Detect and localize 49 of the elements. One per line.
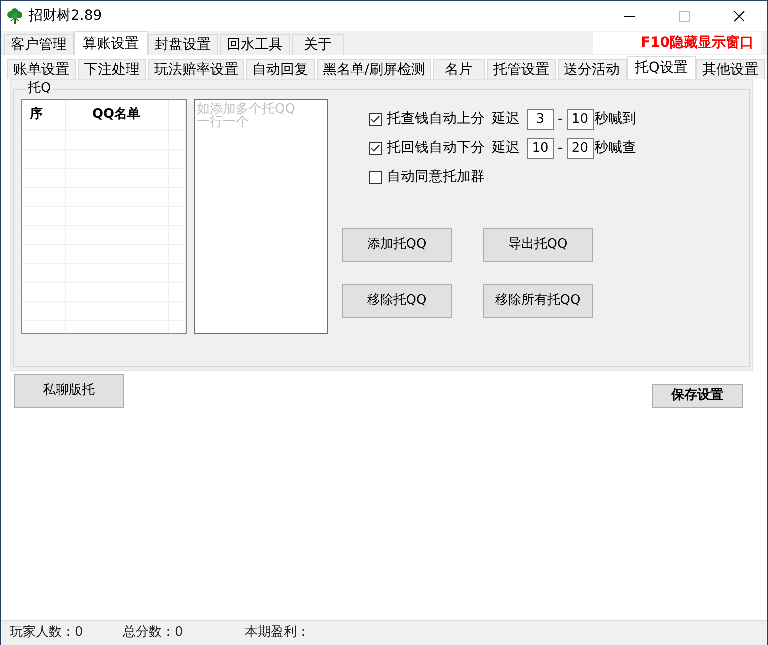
action-button[interactable]: 导出托QQ	[483, 228, 593, 262]
checkbox[interactable]	[369, 142, 382, 155]
delay-label: 延迟	[492, 139, 520, 158]
tab[interactable]: 自动回复	[246, 59, 315, 79]
tab[interactable]: 回水工具	[220, 34, 290, 55]
column-header: QQ名单	[65, 100, 168, 130]
delay-min-input[interactable]: 10	[527, 138, 554, 159]
checkbox-label[interactable]: 自动同意托加群	[387, 167, 485, 188]
checkbox[interactable]	[369, 113, 382, 126]
tab[interactable]: 封盘设置	[148, 34, 218, 55]
tab[interactable]: 托Q设置	[626, 56, 696, 79]
tab[interactable]: 下注处理	[78, 59, 146, 79]
delay-suffix: 秒喊查	[594, 139, 637, 158]
window-title: 招财树2.89	[29, 6, 102, 26]
close-icon	[734, 10, 745, 22]
maximize-icon	[679, 10, 690, 22]
delay-label: 延迟	[492, 110, 520, 129]
range-separator: -	[558, 140, 563, 158]
delay-max-input[interactable]: 20	[566, 138, 594, 159]
tab[interactable]: 账单设置	[7, 59, 76, 79]
tab[interactable]: 托管设置	[487, 59, 556, 79]
tab[interactable]: 名片	[433, 59, 486, 79]
checkbox-label[interactable]: 托查钱自动上分	[387, 109, 485, 130]
tab[interactable]: 玩法赔率设置	[148, 59, 244, 79]
status-text: 本期盈利：	[245, 624, 310, 642]
tab[interactable]: 关于	[292, 34, 344, 55]
tab[interactable]: 黑名单/刷屏检测	[316, 59, 432, 79]
tab[interactable]: 送分活动	[558, 59, 627, 79]
group-title: 托Q	[27, 82, 52, 96]
action-button[interactable]: 添加托QQ	[342, 228, 452, 262]
tree-icon	[7, 8, 23, 24]
delay-min-input[interactable]: 3	[527, 109, 554, 130]
tab[interactable]: 其他设置	[696, 59, 765, 79]
checkbox[interactable]	[369, 171, 382, 184]
status-text: 总分数：0	[123, 624, 184, 642]
tab[interactable]: 客户管理	[4, 34, 74, 55]
range-separator: -	[558, 110, 563, 129]
qq-input-area[interactable]: 如添加多个托QQ 一行一个	[194, 99, 328, 334]
private-chat-button[interactable]: 私聊版托	[14, 374, 124, 408]
delay-suffix: 秒喊到	[594, 110, 637, 129]
checkbox-label[interactable]: 托回钱自动下分	[387, 138, 485, 159]
action-button[interactable]: 移除所有托QQ	[483, 284, 593, 318]
delay-max-input[interactable]: 10	[566, 109, 594, 130]
save-button[interactable]: 保存设置	[652, 384, 743, 408]
action-button[interactable]: 移除托QQ	[342, 284, 452, 318]
column-header: 序	[22, 100, 65, 130]
tab[interactable]: 算账设置	[74, 31, 148, 55]
status-text: 玩家人数：0	[10, 624, 84, 642]
hotkey-hint: F10隐藏显示窗口	[593, 32, 761, 54]
